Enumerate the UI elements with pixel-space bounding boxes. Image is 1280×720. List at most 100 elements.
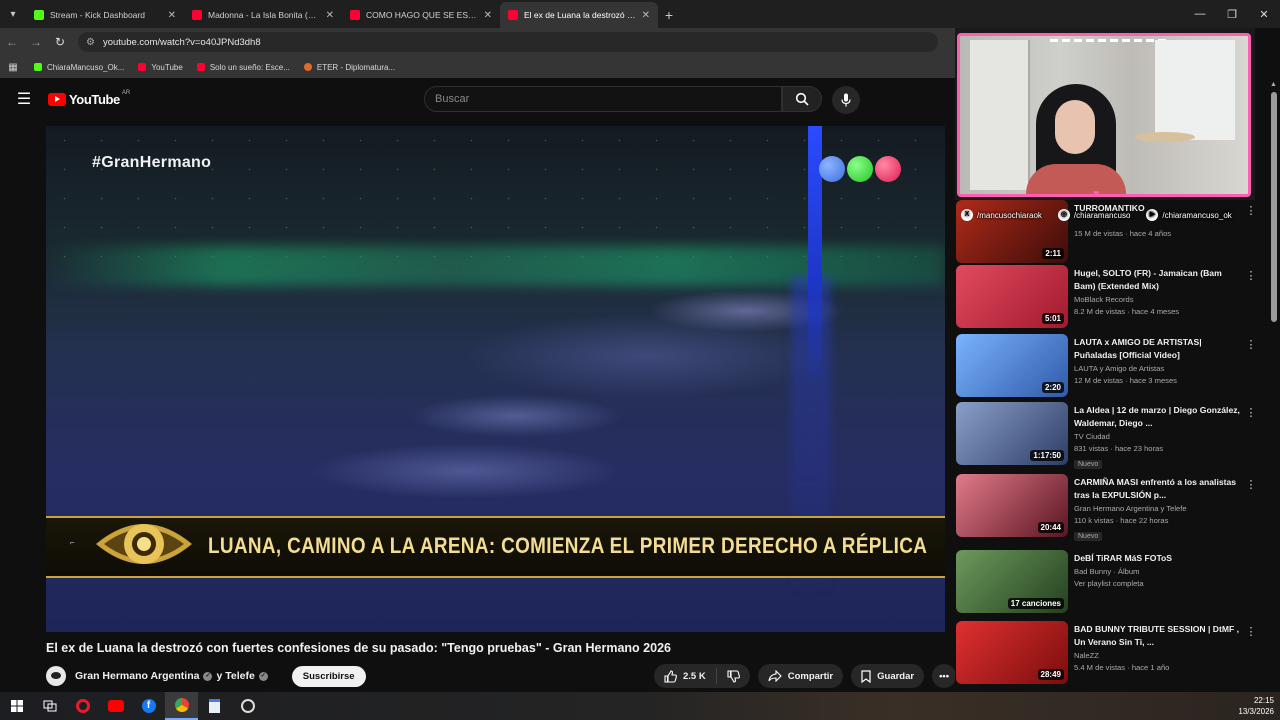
reload-icon[interactable]: ↻ xyxy=(48,35,72,49)
video-thumbnail[interactable]: 1:17:50 xyxy=(956,402,1068,465)
forward-arrow-icon[interactable]: → xyxy=(24,35,48,49)
playlist-thumbnail[interactable]: 17 canciones xyxy=(956,550,1068,613)
search-icon xyxy=(795,92,809,106)
bookmark-label: ETER - Diplomatura... xyxy=(316,62,396,72)
bookmark-item[interactable]: ETER - Diplomatura... xyxy=(303,62,396,72)
recommendation-title[interactable]: La Aldea | 12 de marzo | Diego González,… xyxy=(1074,404,1242,430)
tab-close-icon[interactable]: ✕ xyxy=(484,10,492,21)
bookmark-item[interactable]: ChiaraMancuso_Ok... xyxy=(34,63,124,72)
browser-tab-active[interactable]: El ex de Luana la destrozó con f ✕ xyxy=(500,2,658,28)
scrollbar-thumb[interactable] xyxy=(1271,92,1277,322)
obs-icon[interactable] xyxy=(231,692,264,720)
search-input[interactable]: Buscar xyxy=(424,86,782,112)
more-vertical-icon[interactable]: ⋮ xyxy=(1242,621,1260,685)
recommendation-item[interactable]: 1:17:50 La Aldea | 12 de marzo | Diego G… xyxy=(956,402,1268,472)
bookmark-item[interactable]: Solo un sueño: Esce... xyxy=(196,63,290,72)
playlist-item[interactable]: 17 canciones DeBÍ TiRAR MáS FOToS Bad Bu… xyxy=(956,550,1268,614)
recommendation-title[interactable]: Hugel, SOLTO (FR) - Jamaican (Bam Bam) (… xyxy=(1074,267,1242,293)
notepad-icon[interactable] xyxy=(198,692,231,720)
duration-badge: 28:49 xyxy=(1037,669,1064,680)
subscribe-button[interactable]: Suscribirse xyxy=(291,665,366,687)
recommendation-title[interactable]: CARMIÑA MASI enfrentó a los analistas tr… xyxy=(1074,476,1242,502)
recommendation-channel[interactable]: NaleZZ xyxy=(1074,651,1242,660)
youtube-logo[interactable]: YouTube AR xyxy=(48,90,130,107)
site-info-icon[interactable]: ⚙ xyxy=(86,37,95,48)
collab-channel[interactable]: y Telefe xyxy=(216,670,254,682)
video-thumbnail[interactable]: 20:44 xyxy=(956,474,1068,537)
recommendation-channel[interactable]: LAUTA y Amigo de Artistas xyxy=(1074,364,1242,373)
recommendation-item[interactable]: 28:49 BAD BUNNY TRIBUTE SESSION | DtMF ,… xyxy=(956,621,1268,685)
tab-close-icon[interactable]: ✕ xyxy=(168,10,176,21)
recommendation-item[interactable]: 5:01 Hugel, SOLTO (FR) - Jamaican (Bam B… xyxy=(956,265,1268,329)
recommendation-item[interactable]: 2:20 LAUTA x AMIGO DE ARTISTAS| Puñalada… xyxy=(956,334,1268,398)
voice-search-button[interactable] xyxy=(832,86,860,114)
video-thumbnail[interactable]: 5:01 xyxy=(956,265,1068,328)
youtube-app-icon[interactable] xyxy=(99,692,132,720)
channel-name[interactable]: Gran Hermano Argentina xyxy=(75,670,199,682)
tab-close-icon[interactable]: ✕ xyxy=(326,10,334,21)
telefe-dot-blue xyxy=(819,156,845,182)
url-text: youtube.com/watch?v=o40JPNd3dh8 xyxy=(102,36,261,48)
more-vertical-icon[interactable]: ⋮ xyxy=(1242,265,1260,329)
kick-icon xyxy=(34,10,44,20)
recommendation-item[interactable]: 20:44 CARMIÑA MASI enfrentó a los analis… xyxy=(956,474,1268,544)
more-vertical-icon[interactable]: ⋮ xyxy=(1242,474,1260,544)
tab-close-icon[interactable]: ✕ xyxy=(642,10,650,21)
view-full-playlist-link[interactable]: Ver playlist completa xyxy=(1074,579,1242,588)
page-scrollbar[interactable]: ▲ xyxy=(1268,80,1280,692)
bookmark-item[interactable]: YouTube xyxy=(138,63,183,72)
recommendation-channel[interactable]: MoBlack Records xyxy=(1074,295,1242,304)
collab-channel[interactable]: y Telefe xyxy=(1161,504,1187,513)
new-tab-button[interactable]: + xyxy=(658,2,680,28)
gran-hermano-eye-icon xyxy=(96,524,192,564)
recommendation-meta: 12 M de vistas · hace 3 meses xyxy=(1074,376,1177,385)
webcam-bg-table xyxy=(1135,132,1195,142)
social-handle: /chiaramancuso xyxy=(1073,210,1131,220)
browser-tab-como-hago[interactable]: COMO HAGO QUE SE ESCUCHE ✕ xyxy=(342,2,500,28)
like-button[interactable]: 2.5 K xyxy=(654,668,717,684)
recommendation-title[interactable]: LAUTA x AMIGO DE ARTISTAS| Puñaladas [Of… xyxy=(1074,336,1242,362)
share-button[interactable]: Compartir xyxy=(757,664,844,688)
channel-name[interactable]: Gran Hermano Argentina xyxy=(1074,504,1158,513)
social-x: X/mancusochiaraok xyxy=(961,209,1042,221)
system-clock[interactable]: 22:15 13/3/2026 xyxy=(1238,695,1274,717)
browser-tab-kick[interactable]: Stream - Kick Dashboard ✕ xyxy=(26,2,184,28)
lower-third-mark: ⌐ xyxy=(70,538,75,547)
opera-icon[interactable] xyxy=(66,692,99,720)
video-thumbnail[interactable]: 2:20 xyxy=(956,334,1068,397)
more-actions-button[interactable]: ••• xyxy=(932,664,957,688)
browser-tab-madonna[interactable]: Madonna - La Isla Bonita (millio ✕ xyxy=(184,2,342,28)
apps-grid-icon[interactable]: ▦ xyxy=(0,62,26,73)
recommendation-title[interactable]: DeBÍ TiRAR MáS FOToS xyxy=(1074,552,1242,565)
webcam-overlay: ♥ xyxy=(955,28,1255,200)
facebook-icon[interactable]: f xyxy=(132,692,165,720)
windows-start-icon[interactable] xyxy=(0,692,33,720)
more-vertical-icon[interactable]: ⋮ xyxy=(1242,402,1260,472)
tab-search-button[interactable]: ▾ xyxy=(0,0,26,28)
back-arrow-icon[interactable]: ← xyxy=(0,35,24,49)
recommendation-meta: 110 k vistas · hace 22 horas xyxy=(1074,516,1169,525)
close-window-icon[interactable]: ✕ xyxy=(1248,0,1280,28)
scroll-up-icon[interactable]: ▲ xyxy=(1270,81,1277,88)
recommendation-channel[interactable]: TV Ciudad xyxy=(1074,432,1242,441)
channel-avatar[interactable] xyxy=(46,666,66,686)
youtube-icon xyxy=(508,10,518,20)
recommendation-channel[interactable]: Bad Bunny · Álbum xyxy=(1074,567,1242,576)
recommendations-sidebar: 2:11 TURROMANTIKO 15 M de vistas · hace … xyxy=(955,200,1268,692)
search-button[interactable] xyxy=(782,86,822,112)
recommendation-title[interactable]: BAD BUNNY TRIBUTE SESSION | DtMF , Un Ve… xyxy=(1074,623,1242,649)
restore-icon[interactable]: ❐ xyxy=(1216,0,1248,28)
video-thumbnail[interactable]: 28:49 xyxy=(956,621,1068,684)
save-button[interactable]: Guardar xyxy=(851,664,925,688)
address-bar[interactable]: ⚙ youtube.com/watch?v=o40JPNd3dh8 xyxy=(78,32,938,52)
task-view-icon[interactable] xyxy=(33,692,66,720)
recommendation-info: BAD BUNNY TRIBUTE SESSION | DtMF , Un Ve… xyxy=(1074,621,1242,685)
microphone-icon xyxy=(841,93,851,107)
chrome-icon[interactable] xyxy=(165,692,198,720)
more-vertical-icon[interactable]: ⋮ xyxy=(1242,334,1260,398)
video-player[interactable]: #GranHermano ⌐ LUANA, CAMINO A LA ARENA:… xyxy=(46,126,945,632)
search-placeholder: Buscar xyxy=(435,93,470,105)
dislike-button[interactable] xyxy=(717,669,750,683)
minimize-icon[interactable]: — xyxy=(1184,0,1216,28)
hamburger-menu-icon[interactable]: ☰ xyxy=(0,89,48,109)
